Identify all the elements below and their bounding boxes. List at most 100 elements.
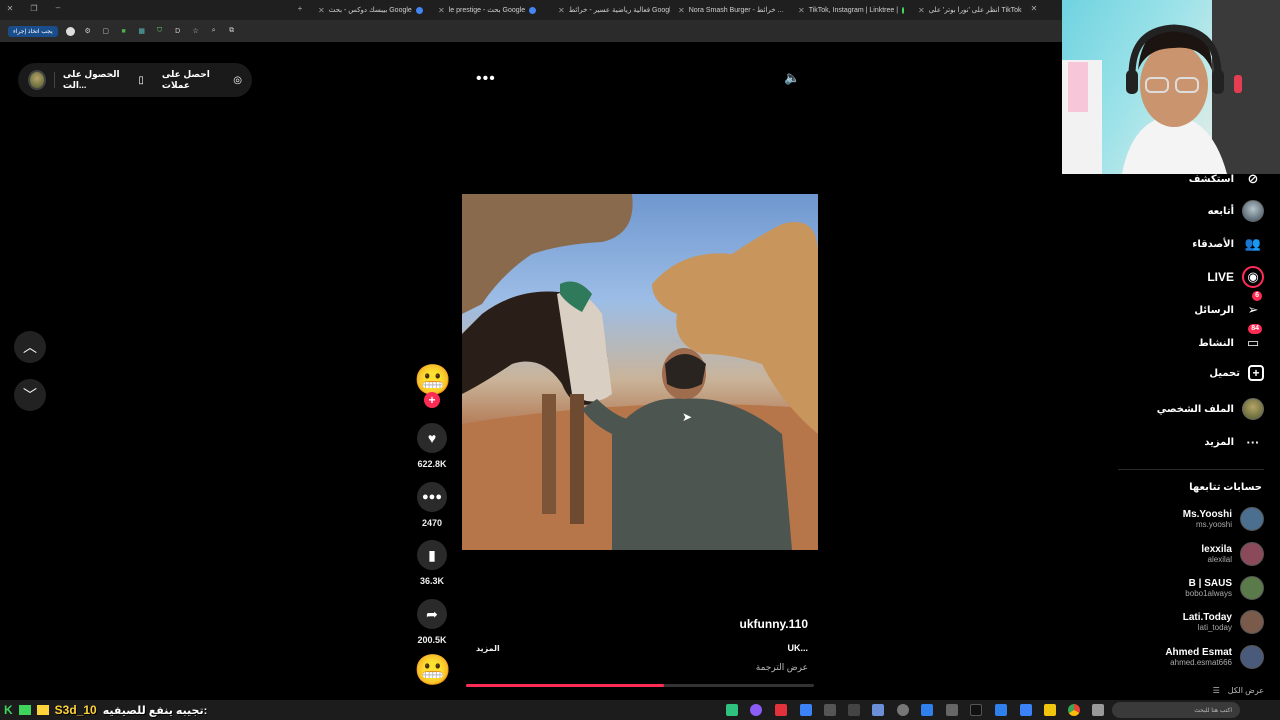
sidebar-item-live[interactable]: ◉ LIVE	[1207, 266, 1264, 288]
star-icon[interactable]: ☆	[191, 26, 201, 36]
kick-logo: K	[4, 703, 13, 717]
get-app-button[interactable]: الحصول على الت... ▯	[63, 69, 144, 91]
like-button[interactable]: ♥	[417, 423, 447, 453]
like-action: ♥ 622.8K	[412, 423, 452, 469]
see-translation-button[interactable]: عرض الترجمة	[756, 662, 808, 673]
account-handle: bobo1always	[1185, 589, 1232, 598]
extensions-puzzle-icon[interactable]: ⧉	[227, 26, 237, 36]
chrome-icon[interactable]	[1068, 704, 1080, 716]
file-explorer-icon[interactable]	[1044, 704, 1056, 716]
get-coins-button[interactable]: احصل على عملات ◎	[162, 69, 242, 91]
close-tab-icon[interactable]: ✕	[318, 6, 325, 15]
volume-icon[interactable]: 🔈	[784, 70, 800, 86]
account-item[interactable]: lexxila alexilal	[1201, 542, 1264, 566]
taskbar-app-icon[interactable]	[872, 704, 884, 716]
chevron-up-icon: ︿	[23, 339, 37, 355]
extension-green-icon[interactable]: ■	[119, 26, 129, 36]
browser-tab[interactable]: ✕ TikTok, Instagram | Linktree |	[792, 2, 910, 18]
close-tab-icon[interactable]: ✕	[438, 6, 445, 15]
extension-grid-icon[interactable]: ▦	[137, 26, 147, 36]
taskbar-app-icon[interactable]	[750, 704, 762, 716]
account-item[interactable]: B | SAUS bobo1always	[1185, 576, 1264, 600]
video-author[interactable]: ukfunny.110	[740, 617, 808, 631]
profile-icon[interactable]	[65, 26, 75, 36]
close-window-icon[interactable]: ✕	[4, 4, 16, 13]
taskbar-app-icon[interactable]	[848, 704, 860, 716]
browser-tab[interactable]: ✕ le prestige - بحث Google	[432, 2, 550, 18]
browser-toolbar: يجب اتخاذ إجراء ⚙ ▢ ■ ▦ ⛉ D ☆ ⌕ ⧉	[0, 20, 1062, 42]
restore-window-icon[interactable]: ❐	[28, 4, 40, 13]
sidebar-item-profile[interactable]: الملف الشخصي	[1157, 398, 1264, 420]
close-tab-icon[interactable]: ✕	[558, 6, 565, 15]
taskbar-app-icon[interactable]	[775, 704, 787, 716]
taskbar-app-icon[interactable]	[800, 704, 812, 716]
account-name: Lati.Today	[1182, 612, 1232, 623]
filter-icon[interactable]: ⚙	[83, 26, 93, 36]
account-item[interactable]: Ms.Yooshi ms.yooshi	[1183, 507, 1264, 531]
more-options-icon[interactable]: •••	[476, 70, 496, 88]
comment-button[interactable]: ●●●	[417, 482, 447, 512]
caption-more-button[interactable]: المزيد	[476, 644, 500, 653]
minimize-window-icon[interactable]: –	[52, 3, 64, 12]
bookmark-icon: ▮	[428, 546, 436, 563]
taskbar-app-icon[interactable]	[970, 704, 982, 716]
sidebar-item-upload[interactable]: + تحميل	[1209, 365, 1264, 381]
google-favicon-icon	[529, 6, 537, 14]
webcam-frame	[1062, 0, 1280, 174]
google-favicon-icon	[415, 6, 423, 14]
see-all-label: عرض الكل	[1227, 686, 1264, 695]
taskbar-app-icon[interactable]	[995, 704, 1007, 716]
sidebar-item-following[interactable]: أتابعه	[1208, 200, 1264, 222]
close-tab-icon[interactable]: ✕	[678, 6, 685, 15]
browser-tab[interactable]: ✕ Nora Smash Burger - خرائط ...	[672, 2, 790, 18]
following-accounts-heading: حسابات تتابعها	[1189, 482, 1262, 493]
inbox-icon: ▭ 84	[1242, 324, 1264, 354]
zoom-icon[interactable]: ⌕	[209, 26, 219, 36]
action-required-button[interactable]: يجب اتخاذ إجراء	[8, 25, 58, 37]
sidebar-item-messages[interactable]: ➢ 6 الرسائل	[1194, 291, 1264, 321]
comment-icon: ●●●	[422, 491, 442, 503]
account-item[interactable]: Lati.Today lati_today	[1183, 610, 1264, 634]
see-all-button[interactable]: ☰ عرض الكل	[1213, 686, 1264, 695]
avatar	[1240, 610, 1264, 634]
taskbar-app-icon[interactable]	[1092, 704, 1104, 716]
close-window-icon[interactable]: ✕	[1028, 4, 1040, 13]
sidebar-item-more[interactable]: ··· المزيد	[1204, 431, 1264, 453]
extension-d-icon[interactable]: D	[173, 26, 183, 36]
next-video-button[interactable]: ﹀	[14, 379, 46, 411]
avatar[interactable]	[28, 70, 47, 90]
account-item[interactable]: Ahmed Esmat ahmed.esmat666	[1165, 645, 1264, 669]
stream-ticker: K S3d_10 تجيبه ينفع للصيفيه:	[0, 700, 207, 720]
avatar	[1240, 645, 1264, 669]
taskbar-app-icon[interactable]	[897, 704, 909, 716]
shield-icon[interactable]: ⛉	[155, 26, 165, 36]
extension-icon[interactable]: ▢	[101, 26, 111, 36]
taskbar-app-icon[interactable]	[726, 704, 738, 716]
sidebar-item-activity[interactable]: ▭ 84 النشاط	[1198, 324, 1264, 354]
stream-code: S3d_10	[54, 703, 97, 717]
stream-message: تجيبه ينفع للصيفيه:	[102, 704, 208, 717]
browser-tab[interactable]: ✕ فعالية رياضية عسير - خرائط Google	[552, 2, 670, 18]
music-disc-avatar[interactable]: 😬	[414, 653, 451, 689]
close-tab-icon[interactable]: ✕	[798, 6, 805, 15]
video-progress-bar[interactable]	[466, 684, 814, 687]
taskbar-app-icon[interactable]	[824, 704, 836, 716]
browser-tab[interactable]: ✕ انظر على 'نورا بوتر' على TikTok	[912, 2, 1030, 18]
video-player[interactable]: ➤	[462, 194, 818, 550]
share-button[interactable]: ➦	[417, 599, 447, 629]
account-name: lexxila	[1201, 544, 1232, 555]
sidebar-item-label: المزيد	[1204, 436, 1234, 448]
previous-video-button[interactable]: ︿	[14, 331, 46, 363]
taskbar-app-icon[interactable]	[946, 704, 958, 716]
get-app-label: الحصول على الت...	[62, 69, 120, 90]
new-tab-icon[interactable]: +	[294, 4, 306, 13]
taskbar-search-input[interactable]: اكتب هنا للبحث	[1112, 702, 1240, 718]
sidebar-item-friends[interactable]: 👥 الأصدقاء	[1192, 233, 1264, 255]
follow-plus-icon[interactable]: +	[424, 392, 440, 408]
browser-tab[interactable]: ✕ بيبسك دوكس - بحث Google	[312, 2, 430, 18]
share-icon: ➦	[426, 605, 438, 622]
taskbar-app-icon[interactable]	[1020, 704, 1032, 716]
close-tab-icon[interactable]: ✕	[918, 6, 925, 15]
save-button[interactable]: ▮	[417, 540, 447, 570]
taskbar-app-icon[interactable]	[921, 704, 933, 716]
